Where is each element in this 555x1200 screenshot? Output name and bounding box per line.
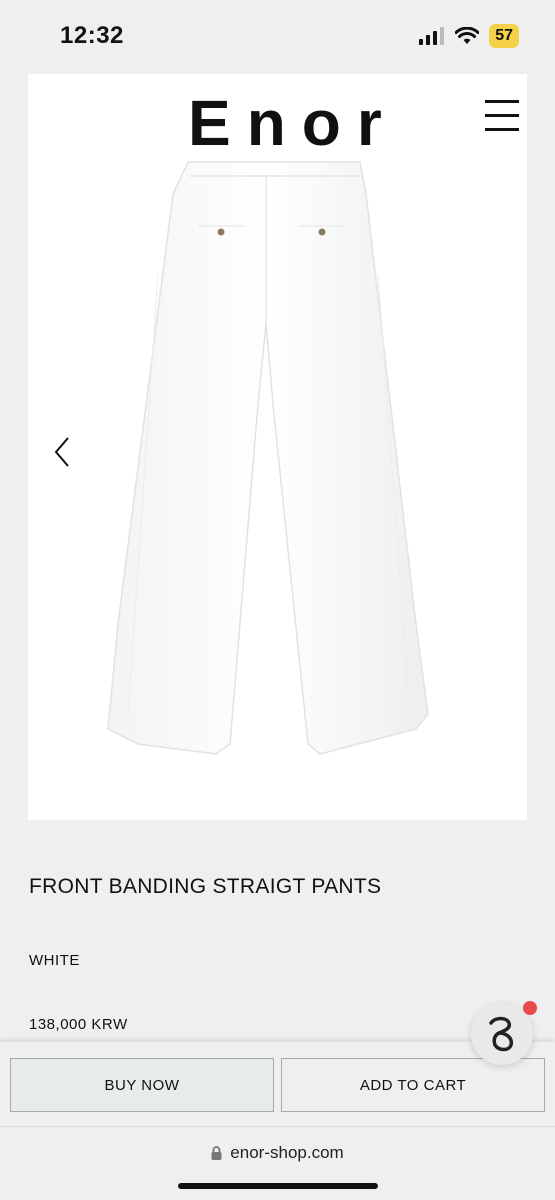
status-time: 12:32 (60, 22, 124, 49)
url-text: enor-shop.com (230, 1143, 344, 1162)
buy-now-button[interactable]: BUY NOW (10, 1058, 274, 1112)
lock-icon (211, 1146, 222, 1160)
product-color: WHITE (29, 952, 80, 969)
status-bar: 12:32 57 (0, 0, 555, 72)
product-name: FRONT BANDING STRAIGT PANTS (29, 875, 382, 898)
add-to-cart-button[interactable]: ADD TO CART (281, 1058, 545, 1112)
brand-logo[interactable]: Enor (188, 86, 398, 160)
chevron-left-icon[interactable] (48, 434, 78, 470)
wifi-icon (455, 27, 480, 44)
notification-dot (523, 1001, 537, 1015)
cellular-signal-icon (419, 27, 445, 45)
menu-icon[interactable] (485, 100, 519, 132)
chat-button[interactable] (471, 1001, 537, 1065)
status-icons: 57 (419, 24, 519, 48)
home-indicator[interactable] (178, 1183, 378, 1189)
product-page-card: Enor (28, 74, 527, 820)
product-price: 138,000 KRW (29, 1016, 128, 1033)
browser-url-bar: enor-shop.com (0, 1126, 555, 1200)
battery-icon: 57 (489, 24, 519, 48)
product-image (107, 161, 429, 755)
url-field[interactable]: enor-shop.com (0, 1143, 555, 1163)
